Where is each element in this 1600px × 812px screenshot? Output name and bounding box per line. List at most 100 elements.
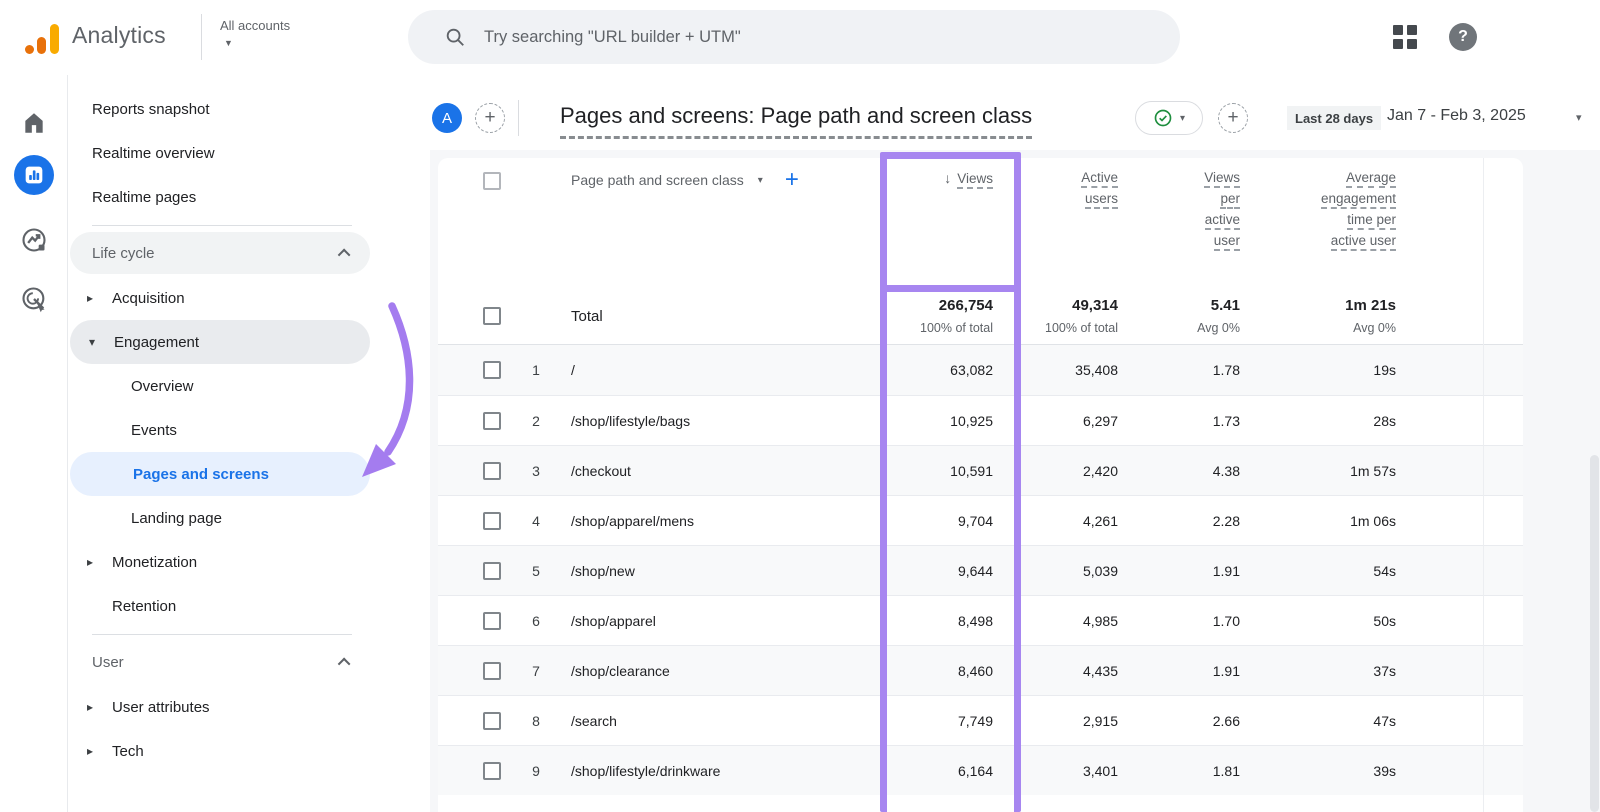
apps-grid-icon[interactable] (1393, 25, 1417, 49)
reports-active-indicator (14, 155, 54, 195)
column-header-line[interactable]: active user (1330, 233, 1396, 251)
column-header-avg-engagement-time[interactable]: Average engagement time per active user (1240, 170, 1396, 251)
sidebar-item-label: Retention (112, 597, 177, 615)
search-icon (446, 28, 464, 46)
rail-explore-button[interactable] (0, 218, 68, 262)
row-checkbox[interactable] (483, 761, 501, 780)
sidebar-item-retention[interactable]: Retention (68, 584, 430, 628)
column-header-line[interactable]: active (1204, 212, 1240, 230)
sidebar-divider (92, 634, 352, 635)
row-views-per-active-user: 1.78 (1212, 362, 1240, 378)
row-views-per-active-user: 1.91 (1212, 662, 1240, 679)
row-number: 6 (532, 612, 540, 629)
caret-right-icon: ▸ (86, 744, 94, 758)
row-checkbox[interactable] (483, 361, 501, 379)
caret-right-icon: ▸ (86, 555, 94, 569)
row-checkbox[interactable] (483, 461, 501, 480)
row-active-users: 4,261 (1082, 512, 1118, 529)
dimension-header[interactable]: Page path and screen class (571, 172, 744, 188)
row-views-per-active-user: 1.70 (1212, 612, 1240, 629)
report-status-button[interactable]: ▾ (1135, 101, 1203, 135)
dimension-caret-icon[interactable]: ▾ (758, 175, 763, 186)
sidebar-item-pages-and-screens[interactable]: Pages and screens (70, 452, 370, 496)
report-title[interactable]: Pages and screens: Page path and screen … (560, 103, 1033, 139)
column-header-line[interactable]: time per (1347, 212, 1396, 230)
chevron-up-icon (337, 248, 351, 261)
row-number: 7 (532, 662, 540, 679)
vertical-scrollbar[interactable] (1590, 455, 1599, 812)
row-checkbox[interactable] (483, 411, 501, 430)
sidebar-item-realtime-overview[interactable]: Realtime overview (68, 131, 430, 175)
row-checkbox[interactable] (483, 661, 501, 680)
column-header-active-users[interactable]: Active users (993, 170, 1118, 209)
sidebar-item-events[interactable]: Events (68, 408, 430, 452)
total-label: Total (571, 307, 603, 325)
column-header-line[interactable]: users (1084, 191, 1118, 209)
search-bar[interactable] (408, 10, 1180, 64)
row-checkbox[interactable] (483, 611, 501, 630)
sidebar-item-engagement[interactable]: ▾ Engagement (70, 320, 370, 364)
row-number: 9 (532, 762, 540, 779)
column-header-line[interactable]: Average (1345, 170, 1396, 188)
column-header-line[interactable]: Views (957, 171, 993, 189)
search-input[interactable] (484, 27, 1084, 47)
row-active-users: 35,408 (1075, 362, 1118, 378)
total-avg-engagement-time-sub: Avg 0% (1353, 321, 1396, 335)
rail-advertising-button[interactable] (0, 277, 68, 321)
advertising-icon (22, 287, 45, 313)
sidebar-item-label: Events (131, 421, 177, 439)
report-avatar[interactable]: A (432, 103, 462, 133)
report-table-card: Page path and screen class ▾ + ↓ Views Ac… (438, 158, 1523, 812)
sidebar-item-realtime-pages[interactable]: Realtime pages (68, 175, 430, 219)
row-views: 9,704 (957, 512, 993, 529)
account-switcher-label: All accounts (220, 18, 291, 33)
sidebar-item-overview[interactable]: Overview (68, 364, 430, 408)
row-checkbox[interactable] (483, 511, 501, 530)
row-views: 10,591 (950, 462, 993, 479)
column-header-views-per-active-user[interactable]: Views per active user (1118, 170, 1240, 251)
total-views-per-active-user: 5.41 (1210, 297, 1240, 314)
column-header-line[interactable]: engagement (1320, 191, 1396, 209)
rail-home-button[interactable] (0, 101, 68, 145)
table-row: 8 /search 7,749 2,915 2.66 47s (438, 695, 1523, 745)
sidebar-section-user[interactable]: User (70, 641, 370, 683)
column-header-line[interactable]: per (1220, 191, 1240, 209)
row-checkbox[interactable] (483, 561, 501, 580)
column-header-line[interactable]: user (1213, 233, 1240, 251)
sidebar-item-landing-page[interactable]: Landing page (68, 496, 430, 540)
row-active-users: 2,915 (1082, 712, 1118, 729)
sidebar-item-monetization[interactable]: ▸ Monetization (68, 540, 430, 584)
table-row: 4 /shop/apparel/mens 9,704 4,261 2.28 1m… (438, 495, 1523, 545)
add-dimension-button[interactable]: + (785, 168, 799, 192)
select-all-checkbox[interactable] (483, 172, 501, 190)
row-checkbox[interactable] (483, 711, 501, 730)
row-avg-engagement-time: 39s (1373, 762, 1396, 779)
row-views: 10,925 (950, 412, 993, 429)
rail-reports-button[interactable] (0, 153, 68, 197)
add-report-tab-button[interactable]: + (475, 103, 505, 133)
sidebar-item-user-attributes[interactable]: ▸ User attributes (68, 685, 430, 729)
column-header-line[interactable]: Active (1081, 170, 1118, 188)
column-header-line[interactable]: Views (1204, 170, 1240, 188)
row-number: 4 (532, 512, 540, 529)
sidebar-item-acquisition[interactable]: ▸ Acquisition (68, 276, 430, 320)
date-range-picker[interactable]: Jan 7 - Feb 3, 2025 (1387, 107, 1526, 125)
row-avg-engagement-time: 50s (1373, 612, 1396, 629)
table-total-row: Total 266,754 100% of total 49,314 100% of… (438, 288, 1523, 345)
sidebar-section-life-cycle[interactable]: Life cycle (70, 232, 370, 274)
sidebar-item-label: Tech (112, 742, 144, 760)
sidebar-item-tech[interactable]: ▸ Tech (68, 729, 430, 773)
sidebar-item-label: Landing page (131, 509, 222, 527)
top-bar: Analytics All accounts ▼ ? (0, 0, 1600, 75)
column-header-views[interactable]: ↓ Views (843, 170, 993, 189)
brand-name: Analytics (72, 22, 166, 48)
table-row: 2 /shop/lifestyle/bags 10,925 6,297 1.73… (438, 395, 1523, 445)
total-checkbox[interactable] (483, 307, 501, 325)
help-icon[interactable]: ? (1449, 23, 1477, 51)
sidebar-item-label: Reports snapshot (92, 100, 210, 118)
date-caret-icon[interactable]: ▾ (1576, 111, 1582, 124)
sidebar-item-label: Pages and screens (133, 465, 269, 483)
sidebar-item-reports-snapshot[interactable]: Reports snapshot (68, 87, 430, 131)
add-comparison-button[interactable]: + (1218, 103, 1248, 133)
account-switcher[interactable]: All accounts ▼ (220, 18, 290, 48)
